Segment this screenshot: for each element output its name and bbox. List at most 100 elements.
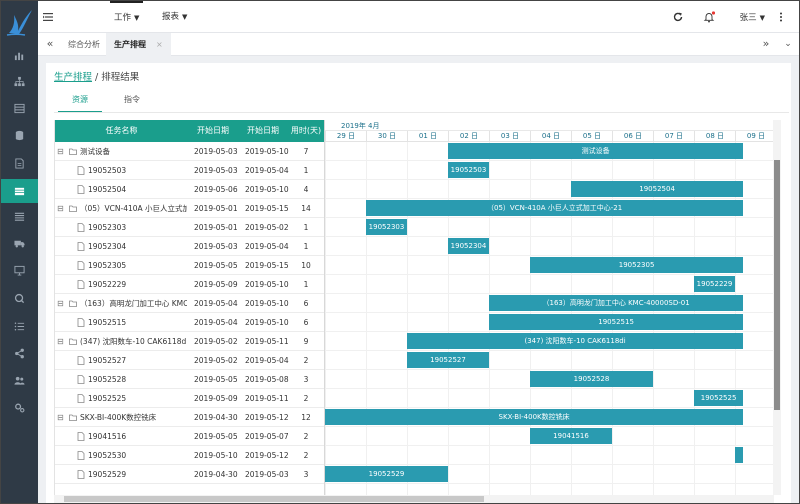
sidebar-item-list[interactable] bbox=[1, 96, 38, 120]
tab-production-schedule[interactable]: 生产排程 × bbox=[106, 33, 171, 56]
sidebar-item-truck[interactable] bbox=[1, 231, 38, 255]
sidebar-item-calendar-table[interactable] bbox=[1, 179, 38, 203]
sidebar-item-share-nodes[interactable] bbox=[1, 341, 38, 365]
resource-group-row[interactable]: ⊟ 测试设备 2019-05-03 2019-05-10 7 bbox=[55, 142, 324, 161]
breadcrumb-link[interactable]: 生产排程 bbox=[54, 72, 92, 83]
close-icon[interactable]: × bbox=[156, 40, 163, 49]
chevron-down-icon: ▼ bbox=[759, 14, 765, 22]
gantt-task-bar[interactable]: 19041516 bbox=[530, 428, 612, 444]
subtab-resource[interactable]: 资源 bbox=[58, 93, 102, 113]
sidebar-item-org-tree[interactable] bbox=[1, 69, 38, 93]
column-header-task[interactable]: 任务名称 bbox=[55, 120, 188, 142]
task-row[interactable]: 19041516 2019-05-05 2019-05-07 2 bbox=[55, 427, 324, 446]
tab-overview[interactable]: 综合分析 bbox=[60, 33, 108, 56]
resource-group-row[interactable]: ⊟ (347) 沈阳数车-10 CAK6118di 2019-05-02 2019-0… bbox=[55, 332, 324, 351]
task-row[interactable]: 19052504 2019-05-06 2019-05-10 4 bbox=[55, 180, 324, 199]
gantt-task-bar[interactable]: 19052305 bbox=[530, 257, 744, 273]
task-row[interactable]: 19052229 2019-05-09 2019-05-10 1 bbox=[55, 275, 324, 294]
sidebar-item-chart-bar[interactable] bbox=[1, 43, 38, 67]
column-header-duration[interactable]: 用时(天) bbox=[288, 120, 324, 142]
gantt-task-bar[interactable]: 19052515 bbox=[489, 314, 744, 330]
chevron-down-icon[interactable]: ⌄ bbox=[778, 33, 798, 56]
gantt-task-bar[interactable]: 19052303 bbox=[366, 219, 407, 235]
users-icon bbox=[14, 376, 25, 385]
gantt-task-bar[interactable] bbox=[735, 447, 744, 463]
sidebar-item-users[interactable] bbox=[1, 368, 38, 392]
collapse-toggle-icon[interactable]: ⊟ bbox=[57, 142, 64, 161]
horizontal-scrollbar[interactable] bbox=[54, 495, 774, 503]
sidebar-item-document[interactable] bbox=[1, 151, 38, 175]
bell-icon[interactable] bbox=[703, 11, 716, 23]
scrollbar-thumb[interactable] bbox=[64, 496, 484, 502]
file-icon bbox=[77, 280, 85, 289]
gantt-task-bar[interactable]: 测试设备 bbox=[448, 143, 744, 159]
sidebar-item-monitor[interactable] bbox=[1, 258, 38, 282]
timeline-day-label: 07 日 bbox=[653, 131, 694, 142]
task-row[interactable]: 19052530 2019-05-10 2019-05-12 2 bbox=[55, 446, 324, 465]
sidebar-item-database[interactable] bbox=[1, 123, 38, 147]
sidebar-item-settings-cogs[interactable] bbox=[1, 395, 38, 419]
task-row[interactable]: 19052525 2019-05-09 2019-05-11 2 bbox=[55, 389, 324, 408]
task-name: 19052504 bbox=[88, 185, 127, 194]
search-q-icon bbox=[14, 293, 25, 303]
task-row[interactable]: 19052528 2019-05-05 2019-05-08 3 bbox=[55, 370, 324, 389]
resource-group-row[interactable]: ⊟ （163）高明龙门加工中心 KMC-40000SD-01 2019-05-04 2… bbox=[55, 294, 324, 313]
column-header-end[interactable]: 开始日期 bbox=[238, 120, 288, 142]
collapse-toggle-icon[interactable]: ⊟ bbox=[57, 408, 64, 427]
scrollbar-thumb[interactable] bbox=[774, 160, 780, 410]
end-date: 2019-05-02 bbox=[245, 223, 289, 232]
more-vertical-icon[interactable] bbox=[775, 11, 787, 23]
timeline-gridline bbox=[407, 142, 408, 495]
sidebar-item-numbered-list[interactable] bbox=[1, 314, 38, 338]
sidebar-item-search-q[interactable] bbox=[1, 286, 38, 310]
task-row[interactable]: 19052305 2019-05-05 2019-05-15 10 bbox=[55, 256, 324, 275]
vertical-scrollbar[interactable] bbox=[773, 120, 781, 495]
column-header-start[interactable]: 开始日期 bbox=[188, 120, 238, 142]
numbered-list-icon bbox=[14, 322, 25, 330]
collapse-toggle-icon[interactable]: ⊟ bbox=[57, 332, 64, 351]
gantt-task-bar[interactable]: 19052528 bbox=[530, 371, 653, 387]
task-row[interactable]: 19052303 2019-05-01 2019-05-02 1 bbox=[55, 218, 324, 237]
menu-toggle-icon[interactable] bbox=[42, 11, 54, 23]
resource-group-row[interactable]: ⊟ SKX-BI-400K数控铣床 2019-04-30 2019-05-12 12 bbox=[55, 408, 324, 427]
collapse-toggle-icon[interactable]: ⊟ bbox=[57, 199, 64, 218]
chart-bar-icon bbox=[14, 52, 24, 60]
menu-work[interactable]: 工作 ▼ bbox=[110, 1, 144, 33]
gantt-task-bar[interactable]: 19052525 bbox=[694, 390, 744, 406]
duration-days: 4 bbox=[303, 185, 309, 194]
resource-group-row[interactable]: ⊟ （05）VCN-410A 小巨人立式加工中心 2019-05-01 2019-05… bbox=[55, 199, 324, 218]
duration-days: 2 bbox=[303, 394, 309, 403]
start-date: 2019-04-30 bbox=[194, 413, 238, 422]
share-nodes-icon bbox=[15, 348, 24, 358]
gantt-task-bar[interactable]: （05）VCN-410A 小巨人立式加工中心-21 bbox=[366, 200, 744, 216]
task-row[interactable]: 19052515 2019-05-04 2019-05-10 6 bbox=[55, 313, 324, 332]
duration-days: 3 bbox=[303, 375, 309, 384]
gantt-task-bar[interactable]: (347) 沈阳数车-10 CAK6118di bbox=[407, 333, 744, 349]
task-name: 19052515 bbox=[88, 318, 127, 327]
bird-logo-icon[interactable] bbox=[5, 7, 33, 37]
tabs-scroll-left-icon[interactable]: « bbox=[40, 33, 60, 56]
task-name: 19052527 bbox=[88, 356, 127, 365]
gantt-task-bar[interactable]: 19052304 bbox=[448, 238, 489, 254]
gantt-task-bar[interactable]: 19052527 bbox=[407, 352, 489, 368]
task-row[interactable]: 19052527 2019-05-02 2019-05-04 2 bbox=[55, 351, 324, 370]
list-lines-icon bbox=[14, 212, 25, 221]
collapse-toggle-icon[interactable]: ⊟ bbox=[57, 294, 64, 313]
gantt-task-bar[interactable]: SKX-BI-400K数控铣床 bbox=[325, 409, 744, 425]
refresh-icon[interactable] bbox=[672, 11, 684, 23]
subtab-instruction[interactable]: 指令 bbox=[110, 93, 154, 113]
menu-report[interactable]: 报表 ▼ bbox=[158, 1, 191, 33]
gantt-task-bar[interactable]: 19052529 bbox=[325, 466, 448, 482]
gantt-task-bar[interactable]: 19052229 bbox=[694, 276, 735, 292]
user-menu[interactable]: 张三 ▼ bbox=[740, 1, 765, 35]
grid-body: ⊟ 测试设备 2019-05-03 2019-05-10 7 19052503 2019-0… bbox=[55, 142, 324, 495]
gantt-task-bar[interactable]: 19052503 bbox=[448, 162, 489, 178]
gantt-task-bar[interactable]: （163）高明龙门加工中心 KMC-40000SD-01 bbox=[489, 295, 744, 311]
tabs-scroll-right-icon[interactable]: » bbox=[756, 33, 776, 56]
task-row[interactable]: 19052304 2019-05-03 2019-05-04 1 bbox=[55, 237, 324, 256]
sidebar-item-list-lines[interactable] bbox=[1, 204, 38, 228]
task-row[interactable]: 19052529 2019-04-30 2019-05-03 3 bbox=[55, 465, 324, 484]
task-row[interactable]: 19052503 2019-05-03 2019-05-04 1 bbox=[55, 161, 324, 180]
file-icon bbox=[77, 470, 85, 479]
gantt-task-bar[interactable]: 19052504 bbox=[571, 181, 744, 197]
